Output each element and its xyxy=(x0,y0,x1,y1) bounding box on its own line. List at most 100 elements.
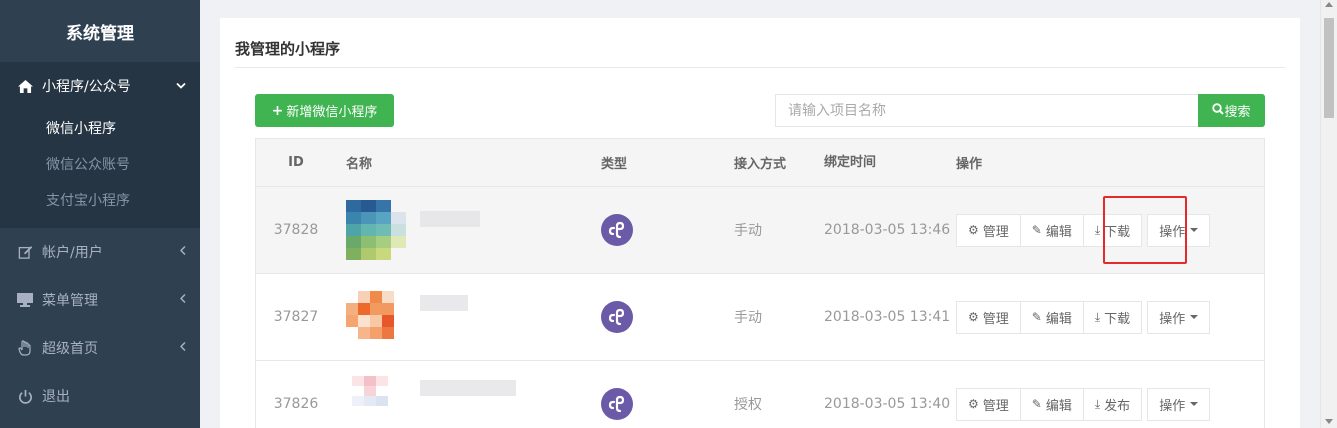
header-mode: 接入方式 xyxy=(734,157,787,172)
row-id: 37826 xyxy=(273,396,319,412)
edit-button[interactable]: ✎ 编辑 xyxy=(1019,300,1084,334)
row-time: 2018-03-05 13:41 xyxy=(824,309,951,325)
chevron-left-icon xyxy=(179,293,186,307)
add-miniprogram-button[interactable]: + 新增微信小程序 xyxy=(255,94,394,127)
caret-down-icon xyxy=(1190,315,1199,319)
gear-icon: ⚙ xyxy=(968,310,979,324)
edit-icon xyxy=(16,244,34,260)
row-type xyxy=(601,388,734,420)
more-ops-dropdown[interactable]: 操作 xyxy=(1147,300,1211,334)
app-thumbnail xyxy=(346,374,406,428)
header-name: 名称 xyxy=(346,157,373,172)
chevron-left-icon xyxy=(179,245,186,259)
scroll-up-icon[interactable] xyxy=(1325,2,1333,7)
manage-button[interactable]: ⚙ 管理 xyxy=(956,300,1021,334)
edit-label: 编辑 xyxy=(1045,224,1072,240)
nav-item-label: 小程序/公众号 xyxy=(42,79,131,95)
manage-button[interactable]: ⚙ 管理 xyxy=(956,387,1021,421)
row-type xyxy=(601,214,734,246)
search-button[interactable]: 搜索 xyxy=(1198,94,1265,127)
row-ops: ⚙ 管理 ✎ 编辑 ⤓ 下载 操作 xyxy=(956,300,1264,334)
header-type: 类型 xyxy=(601,157,628,172)
search-input[interactable] xyxy=(775,94,1199,127)
plus-icon: + xyxy=(271,102,284,119)
scrollbar-thumb[interactable] xyxy=(1324,18,1334,118)
submenu: 微信小程序 微信公众账号 支付宝小程序 xyxy=(0,110,200,228)
chevron-left-icon xyxy=(179,341,186,355)
manage-label: 管理 xyxy=(982,224,1009,240)
power-icon xyxy=(16,388,34,404)
nav-item-logout[interactable]: 退出 xyxy=(0,372,200,420)
ops-button-group: ⚙ 管理 ✎ 编辑 ⤓ 发布 xyxy=(956,387,1143,421)
edit-icon: ✎ xyxy=(1031,223,1042,237)
row-time: 2018-03-05 13:40 xyxy=(824,396,951,412)
sidebar-brand: 系统管理 xyxy=(66,23,134,44)
edit-label: 编辑 xyxy=(1045,311,1072,327)
header-ops: 操作 xyxy=(956,157,983,172)
row-mode: 手动 xyxy=(734,310,762,326)
search-icon xyxy=(1212,102,1225,119)
app-thumbnail xyxy=(346,200,406,260)
edit-icon: ✎ xyxy=(1031,310,1042,324)
edit-label: 编辑 xyxy=(1045,398,1072,414)
download-highlight-box xyxy=(1103,196,1187,264)
publish-label: 发布 xyxy=(1104,398,1131,414)
more-ops-dropdown[interactable]: 操作 xyxy=(1147,387,1211,421)
nav-item-account[interactable]: 帐户/用户 xyxy=(0,228,200,276)
row-id: 37827 xyxy=(273,309,319,325)
download-button[interactable]: ⤓ 下载 xyxy=(1082,300,1143,334)
chevron-down-icon xyxy=(176,80,186,93)
caret-down-icon xyxy=(1190,402,1199,406)
download-label: 下载 xyxy=(1104,311,1131,327)
submenu-item-wechat-miniprogram[interactable]: 微信小程序 xyxy=(0,110,200,146)
miniprogram-icon xyxy=(601,388,633,420)
edit-button[interactable]: ✎ 编辑 xyxy=(1019,387,1084,421)
nav-item-menu-manage[interactable]: 菜单管理 xyxy=(0,276,200,324)
row-name xyxy=(336,287,601,347)
miniprogram-icon xyxy=(601,214,633,246)
manage-label: 管理 xyxy=(982,398,1009,414)
edit-icon: ✎ xyxy=(1031,397,1042,411)
row-mode: 授权 xyxy=(734,397,762,413)
row-id: 37828 xyxy=(273,222,319,238)
table-row: 37827 手动 2018-03-05 13:41 ⚙ 管理 ✎ 编辑 ⤓ 下载… xyxy=(255,274,1265,361)
submenu-item-alipay-miniprogram[interactable]: 支付宝小程序 xyxy=(0,182,200,218)
add-button-label: 新增微信小程序 xyxy=(286,105,378,120)
download-icon: ⤓ xyxy=(1094,309,1101,324)
header-id: ID xyxy=(288,155,304,170)
desktop-icon xyxy=(16,292,34,308)
table-header: ID 名称 类型 接入方式 绑定时间 操作 xyxy=(255,138,1265,187)
download-icon: ⤓ xyxy=(1094,222,1101,237)
sidebar: 系统管理 小程序/公众号 微信小程序 微信公众账号 支付宝小程序 帐户/用户 菜… xyxy=(0,0,200,428)
edit-button[interactable]: ✎ 编辑 xyxy=(1019,213,1084,247)
search-button-label: 搜索 xyxy=(1224,105,1251,120)
gear-icon: ⚙ xyxy=(968,223,979,237)
publish-button[interactable]: ⤓ 发布 xyxy=(1082,387,1143,421)
manage-label: 管理 xyxy=(982,311,1009,327)
divider xyxy=(235,67,1285,68)
nav-item-super-home[interactable]: 超级首页 xyxy=(0,324,200,372)
row-name xyxy=(336,200,601,260)
manage-button[interactable]: ⚙ 管理 xyxy=(956,213,1021,247)
caret-down-icon xyxy=(1190,228,1199,232)
vertical-scrollbar[interactable] xyxy=(1320,0,1337,428)
gear-icon: ⚙ xyxy=(968,397,979,411)
upload-icon: ⤓ xyxy=(1094,396,1101,411)
row-name xyxy=(336,374,601,428)
page-title: 我管理的小程序 xyxy=(235,40,341,58)
table-row: 37826 授权 2018-03-05 13:40 ⚙ 管理 ✎ 编辑 ⤓ 发布… xyxy=(255,361,1265,428)
nav-item-label: 超级首页 xyxy=(42,341,98,357)
app-name-blurred xyxy=(420,295,468,311)
nav-item-miniprogram[interactable]: 小程序/公众号 xyxy=(0,62,200,110)
row-mode: 手动 xyxy=(734,223,762,239)
nav-item-label: 菜单管理 xyxy=(42,293,98,309)
home-icon xyxy=(16,78,34,94)
row-ops: ⚙ 管理 ✎ 编辑 ⤓ 发布 操作 xyxy=(956,387,1264,421)
nav-item-label: 退出 xyxy=(42,389,70,405)
nav-item-label: 帐户/用户 xyxy=(42,245,103,261)
ops-button-group: ⚙ 管理 ✎ 编辑 ⤓ 下载 xyxy=(956,300,1143,334)
app-thumbnail xyxy=(346,287,406,347)
submenu-item-wechat-official[interactable]: 微信公众账号 xyxy=(0,146,200,182)
more-ops-label: 操作 xyxy=(1159,398,1186,414)
scroll-down-icon[interactable] xyxy=(1325,419,1333,424)
